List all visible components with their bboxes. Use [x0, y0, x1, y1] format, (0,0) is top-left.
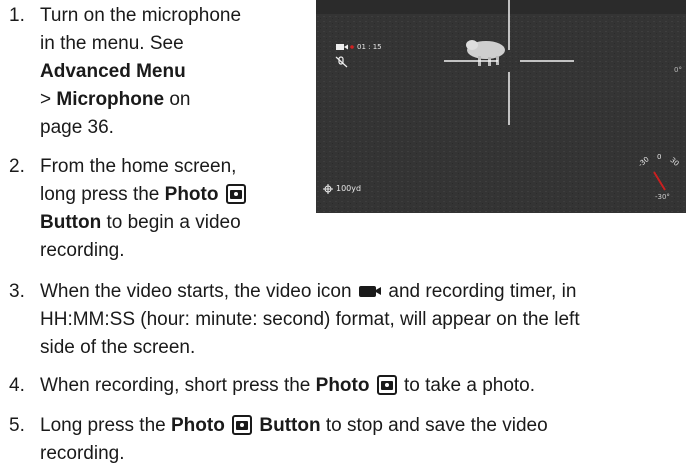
step-line: Turn on the microphone — [40, 5, 242, 26]
bold-term: Button — [259, 415, 321, 436]
text: long press the — [40, 184, 165, 205]
video-camera-icon — [358, 286, 381, 297]
text: on — [164, 89, 191, 110]
camera-icon — [225, 184, 246, 204]
text: When the video starts, the video icon — [40, 281, 352, 302]
step-line: recording. — [40, 443, 125, 464]
text: Long press the — [40, 415, 171, 436]
step-line: HH:MM:SS (hour: minute: second) format, … — [40, 309, 580, 330]
step-number: 5. — [9, 415, 25, 436]
step-line: side of the screen. — [40, 337, 196, 358]
text: to take a photo. — [398, 375, 536, 396]
text: > — [40, 89, 57, 110]
camera-icon — [376, 375, 397, 395]
bold-term: Button — [40, 212, 102, 233]
bold-term: Photo — [315, 375, 370, 396]
camera-icon — [232, 415, 253, 435]
bold-term: Photo — [170, 415, 225, 436]
step-number: 1. — [9, 5, 25, 26]
text: When recording, short press the — [40, 375, 316, 396]
text: to stop and save the video — [320, 415, 548, 436]
step-line: page 36. — [40, 117, 114, 138]
step-number: 3. — [9, 281, 25, 302]
step-number: 4. — [9, 375, 25, 396]
step-line: From the home screen, — [40, 156, 237, 177]
step-line: recording. — [40, 240, 125, 261]
angle-readout: -30° — [655, 193, 670, 201]
recording-timer: 01 : 15 — [357, 43, 382, 51]
scope-scene — [316, 0, 686, 213]
range-readout: 100yd — [336, 184, 362, 193]
thermal-scope-view: 01 : 15 100yd 0° -30° -30 0 30 — [316, 0, 686, 213]
angle-right: 0° — [674, 66, 682, 74]
text: to begin a video — [101, 212, 241, 233]
bold-term: Advanced Menu — [40, 61, 186, 82]
step-number: 2. — [9, 156, 25, 177]
dial-mark: 0 — [657, 153, 662, 161]
bold-term: Microphone — [56, 89, 165, 110]
bold-term: Photo — [164, 184, 219, 205]
text: and recording timer, in — [388, 281, 577, 302]
step-line: in the menu. See — [40, 33, 184, 54]
